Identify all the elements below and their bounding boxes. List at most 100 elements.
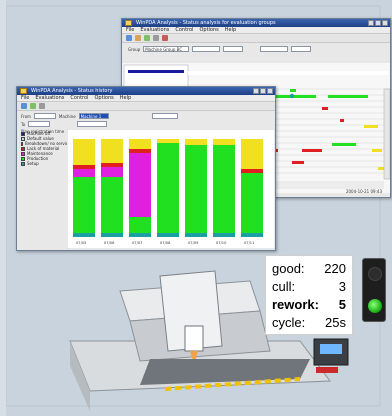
history-segment [101, 139, 123, 163]
menu-control[interactable]: Control [175, 27, 193, 33]
history-segment [213, 233, 235, 237]
history-column: 07/11 [241, 139, 263, 245]
window-controls[interactable] [253, 88, 273, 94]
menu-help[interactable]: Help [225, 27, 236, 33]
legend-swatch [21, 161, 25, 166]
group-select[interactable]: Machine Group BC [143, 46, 190, 52]
status-history-window[interactable]: WinPDA Analysis - Status history File Ev… [16, 86, 276, 251]
legend-item: Setup [21, 161, 63, 166]
menu-evaluations[interactable]: Evaluations [35, 95, 64, 101]
gantt-bar [364, 125, 378, 128]
from-field[interactable] [33, 113, 56, 119]
open-icon[interactable] [21, 103, 27, 109]
signal-lamp-green [368, 299, 382, 313]
stop-icon[interactable] [162, 35, 168, 41]
screenshot-scene: WinPDA Analysis - Status analysis for ev… [0, 0, 392, 416]
gantt-marker [289, 93, 295, 99]
counter-cycle: cycle: 25s [272, 314, 346, 332]
from-date-field[interactable] [192, 46, 221, 52]
counter-cull-value: 3 [338, 279, 346, 294]
legend-swatch [21, 156, 25, 161]
machine-label: Machine [58, 113, 76, 119]
menu-evaluations[interactable]: Evaluations [140, 27, 169, 33]
open-icon[interactable] [126, 35, 132, 41]
history-segment [185, 145, 207, 233]
history-segment [73, 139, 95, 165]
close-icon[interactable] [267, 88, 273, 94]
menu-options[interactable]: Options [94, 95, 113, 101]
legend-swatch [21, 136, 25, 141]
history-segment [157, 233, 179, 237]
menu-file[interactable]: File [21, 95, 29, 101]
status-history-titlebar[interactable]: WinPDA Analysis - Status history [17, 87, 275, 95]
app-icon [125, 20, 132, 26]
to-time-field[interactable] [291, 46, 312, 52]
legend-label: Setup [27, 161, 39, 166]
maximize-icon[interactable] [375, 20, 381, 26]
from-label: From [21, 113, 31, 119]
status-history-chart: 07/05 07/06 07/07 07/08 07/09 07/10 07/1… [67, 129, 275, 249]
menu-file[interactable]: File [126, 27, 134, 33]
footer-timestamp: 2004-10-21 09:43 [345, 189, 382, 194]
gantt-bar [322, 107, 328, 110]
history-segment [73, 233, 95, 237]
close-icon[interactable] [382, 20, 388, 26]
spindle-head [184, 325, 204, 352]
status-legend: Machine off Default value Breakdown/ no … [21, 131, 71, 166]
from-time-field[interactable] [223, 46, 244, 52]
history-segment [185, 139, 207, 145]
to-field[interactable] [28, 121, 51, 127]
gantt-scrollbar[interactable] [383, 88, 390, 180]
counter-cycle-label: cycle: [272, 315, 306, 330]
counter-cull-label: cull: [272, 279, 296, 294]
history-segment [73, 165, 95, 169]
history-segment [185, 233, 207, 237]
signal-light [362, 258, 386, 322]
machine-state-title: WinPDA Analysis - Status analysis for ev… [136, 20, 276, 26]
history-segment [129, 153, 151, 217]
counter-cycle-value: 25s [325, 315, 346, 330]
history-column: 07/06 [101, 139, 123, 245]
counter-good-value: 220 [324, 261, 346, 276]
maximize-icon[interactable] [260, 88, 266, 94]
history-segment [241, 173, 263, 233]
minimize-icon[interactable] [368, 20, 374, 26]
machine-state-filter: Group Machine Group BC [122, 43, 390, 55]
gantt-bar [328, 95, 368, 98]
counter-cull: cull: 3 [272, 278, 346, 296]
gantt-bar [372, 149, 382, 152]
window-controls[interactable] [368, 20, 388, 26]
history-segment [241, 139, 263, 169]
print-icon[interactable] [153, 35, 159, 41]
machine-select[interactable]: Machine 1 [78, 113, 109, 119]
refresh-icon[interactable] [30, 103, 36, 109]
refresh-icon[interactable] [144, 35, 150, 41]
history-column: 07/09 [185, 139, 207, 245]
machine-state-titlebar[interactable]: WinPDA Analysis - Status analysis for ev… [122, 19, 390, 27]
history-segment [101, 233, 123, 237]
legend-swatch [21, 141, 23, 146]
history-segment [213, 139, 235, 145]
counter-rework-value: 5 [338, 297, 346, 312]
menu-help[interactable]: Help [120, 95, 131, 101]
machine-compare-field[interactable] [151, 113, 178, 119]
counter-good: good: 220 [272, 260, 346, 278]
gantt-bar [290, 89, 296, 92]
date-field[interactable] [77, 121, 108, 127]
menu-control[interactable]: Control [70, 95, 88, 101]
history-segment [241, 169, 263, 173]
history-segment [73, 169, 95, 177]
history-column: 07/10 [213, 139, 235, 245]
minimize-icon[interactable] [253, 88, 259, 94]
to-date-field[interactable] [260, 46, 289, 52]
print-icon[interactable] [39, 103, 45, 109]
app-icon [20, 88, 27, 94]
production-counter-panel: good: 220 cull: 3 rework: 5 cycle: 25s [265, 255, 353, 335]
gantt-bar [332, 143, 356, 146]
menu-options[interactable]: Options [199, 27, 218, 33]
history-segment [101, 167, 123, 177]
save-icon[interactable] [135, 35, 141, 41]
gantt-bar [340, 119, 344, 122]
history-segment [129, 217, 151, 233]
history-segment [129, 139, 151, 149]
